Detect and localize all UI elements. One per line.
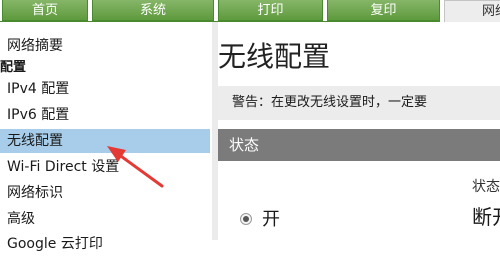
sidebar-item-ipv6-config[interactable]: IPv6 配置 [0, 103, 210, 127]
tab-home[interactable]: 首页 [2, 0, 88, 21]
sidebar-item-advanced[interactable]: 高级 [0, 207, 210, 231]
tab-system[interactable]: 系统 [92, 0, 214, 21]
status-column-label: 状态 [472, 179, 500, 195]
sidebar-item-wireless-config[interactable]: 无线配置 [0, 129, 210, 153]
tab-print[interactable]: 打印 [218, 0, 323, 21]
tab-copy[interactable]: 复印 [327, 0, 440, 21]
sidebar-item-network-identity[interactable]: 网络标识 [0, 181, 210, 205]
radio-on-label: 开 [262, 209, 280, 230]
sidebar-section-config: 配置 [0, 60, 27, 75]
sidebar-item-network-summary[interactable]: 网络摘要 [0, 34, 210, 58]
sidebar-item-google-cloud-print[interactable]: Google 云打印 [0, 232, 210, 256]
tab-network[interactable]: 网络 [444, 0, 500, 22]
sidebar-nav: 网络摘要 配置 IPv4 配置 IPv6 配置 无线配置 Wi-Fi Direc… [0, 22, 212, 252]
page-title: 无线配置 [218, 40, 331, 73]
sidebar-item-wifi-direct[interactable]: Wi-Fi Direct 设置 [0, 155, 210, 179]
top-tab-bar: 首页 系统 打印 复印 网络 [0, 0, 500, 22]
main-content: 无线配置 警告：在更改无线设置时，一定要 状态 状态 开 断开 i [218, 22, 500, 240]
status-section-header: 状态 [218, 129, 500, 161]
warning-banner: 警告：在更改无线设置时，一定要 [218, 86, 500, 120]
status-value: 断开 [472, 205, 500, 229]
radio-on[interactable] [240, 213, 252, 225]
sidebar-item-ipv4-config[interactable]: IPv4 配置 [0, 77, 210, 101]
